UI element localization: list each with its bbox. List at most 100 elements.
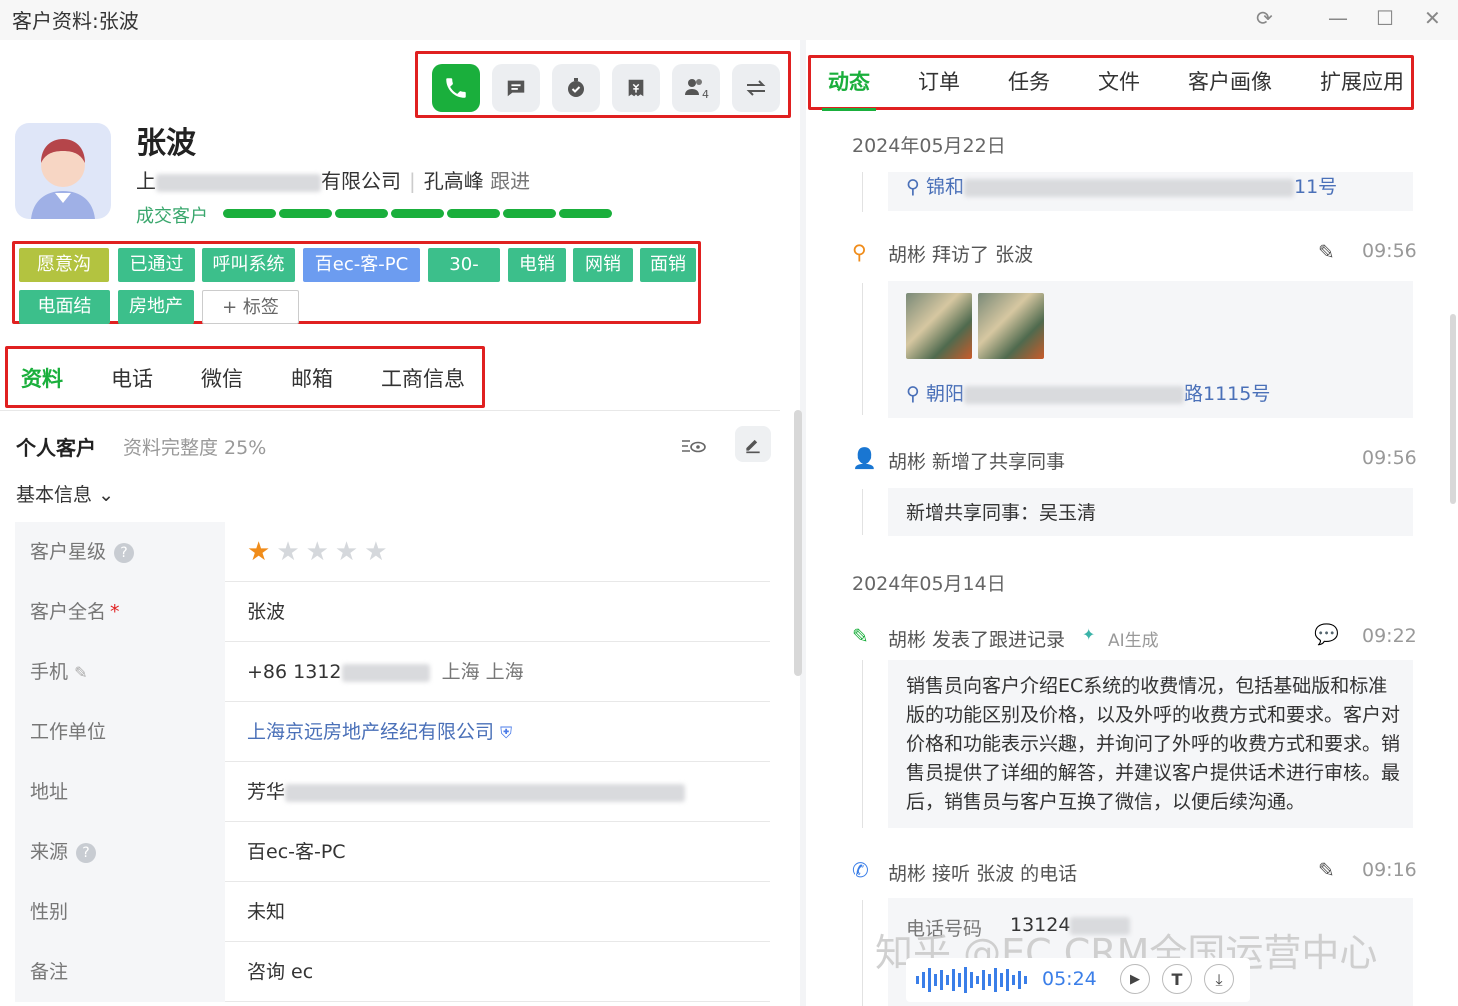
field-value[interactable]: 芳华 [247,762,686,822]
download-button[interactable]: ⤓ [1204,964,1234,994]
pencil-icon[interactable]: ✎ [1318,240,1335,264]
timeline-line [862,489,863,535]
maximize-icon[interactable]: ☐ [1376,6,1394,30]
tab-phone[interactable]: 电话 [111,363,153,393]
feed-item-title: 胡彬 接听 张波 的电话 [888,863,1078,885]
field-value[interactable]: 咨询 ec [247,942,313,1002]
section-title: 个人客户 [16,436,96,460]
table-row: 地址 芳华 [15,762,770,822]
play-button[interactable]: ▶ [1120,964,1150,994]
svg-text:4: 4 [702,88,709,100]
tag[interactable]: 房地产 [118,290,194,324]
field-value[interactable]: 百ec-客-PC [247,822,346,882]
tag[interactable]: 30-50 [428,248,500,309]
field-label: 备注 [15,942,225,1002]
tab-files[interactable]: 文件 [1098,66,1140,96]
tag[interactable]: 网销 [573,248,633,282]
tag[interactable]: 面销 [640,248,696,282]
location-text[interactable]: ⚲ 锦和 11号 [906,172,1337,199]
redacted-text [963,385,1184,404]
people-icon: 4 [685,79,709,100]
redacted-text [963,178,1294,197]
customer-name: 张波 [136,126,196,161]
feed-item-time: 09:22 [1362,625,1417,647]
visit-photo[interactable] [906,293,972,359]
colleagues-button[interactable]: 4 [672,64,720,112]
record-summary: 销售员向客户介绍EC系统的收费情况，包括基础版和标准版的功能区别及价格，以及外呼… [906,675,1401,813]
order-button[interactable] [612,64,660,112]
table-row: 客户全名 * 张波 [15,582,770,642]
divider [0,410,780,411]
redacted-text [156,173,321,192]
help-icon[interactable]: ? [114,542,135,563]
table-row: 客户星级? ★★★★★ [15,522,770,582]
tab-customer-portrait[interactable]: 客户画像 [1188,66,1272,96]
scrollbar[interactable] [1450,314,1456,504]
customer-stage: 成交客户 [136,206,208,227]
timeline-line [862,172,863,212]
follow-label: 跟进 [490,169,531,193]
minimize-icon[interactable]: — [1328,6,1348,30]
basic-info-toggle[interactable]: 基本信息 ⌄ [16,480,114,507]
table-row: 性别 未知 [15,882,770,942]
tag[interactable]: 电面结合 [19,290,110,351]
field-value[interactable]: +86 1312 上海 上海 [247,642,524,702]
tab-email[interactable]: 邮箱 [291,363,333,393]
tab-business-info[interactable]: 工商信息 [381,363,465,393]
visibility-settings-button[interactable] [675,428,711,464]
feed-item-time: 09:56 [1362,240,1417,262]
location-text[interactable]: ⚲ 朝阳 路1115号 [906,379,1270,406]
call-button[interactable] [432,64,480,112]
tag[interactable]: 呼叫系统 [202,248,295,282]
scrollbar[interactable] [794,410,802,676]
tag[interactable]: 已通过 [118,248,195,282]
comment-icon[interactable]: 💬 [1314,622,1339,646]
audio-duration: 05:24 [1042,968,1097,990]
stage-progress-bar [223,209,612,218]
star-icon-filled[interactable]: ★ [247,537,276,567]
company-name-end: 有限公司 [321,169,401,193]
audio-player: 05:24 ▶ T ⤓ [906,958,1250,1002]
field-label: 工作单位 [15,702,225,762]
field-value[interactable]: 未知 [247,882,285,942]
pencil-icon[interactable]: ✎ [1318,858,1335,882]
transfer-button[interactable] [732,64,780,112]
message-button[interactable] [492,64,540,112]
tab-extensions[interactable]: 扩展应用 [1320,66,1404,96]
close-icon[interactable]: ✕ [1424,6,1441,30]
table-row: 手机 ✎ +86 1312 上海 上海 [15,642,770,702]
tab-wechat[interactable]: 微信 [201,363,243,393]
transfer-icon [746,80,766,96]
tab-activity[interactable]: 动态 [828,66,870,96]
refresh-icon[interactable]: ⟳ [1256,6,1273,30]
transcribe-button[interactable]: T [1162,964,1192,994]
company-link[interactable]: 上海京远房地产经纪有限公司 ⛨ [247,702,512,762]
tab-profile[interactable]: 资料 [21,363,63,393]
stopwatch-icon [568,78,584,97]
tab-orders[interactable]: 订单 [918,66,960,96]
edit-profile-button[interactable] [735,426,771,462]
tag[interactable]: 百ec-客-PC [303,248,420,282]
tag[interactable]: 愿意沟通 [19,248,109,309]
waveform-icon[interactable] [916,966,1028,994]
pencil-icon: ✎ [852,624,869,648]
user-share-icon: 👤 [852,446,877,470]
tab-tasks[interactable]: 任务 [1008,66,1050,96]
field-value[interactable]: 张波 [247,582,285,642]
tag[interactable]: 电销 [508,248,566,282]
star-rating[interactable]: ★★★★★ [247,522,394,582]
field-label: 手机 ✎ [15,642,225,702]
pencil-icon[interactable]: ✎ [74,663,87,682]
receipt-icon [628,79,644,97]
visit-photo[interactable] [978,293,1044,359]
chevron-down-icon: ⌄ [98,484,114,506]
owner-name[interactable]: 孔高峰 [424,169,484,193]
timer-button[interactable] [552,64,600,112]
help-icon[interactable]: ? [76,842,97,863]
timeline-line [862,900,863,1006]
text-icon: T [1171,970,1183,989]
star-icon[interactable]: ★★★★ [276,537,393,567]
field-label: 来源? [15,822,225,882]
customer-company-line: 上 有限公司 | 孔高峰 跟进 [136,165,530,194]
add-tag-button[interactable]: + 标签 [202,290,299,324]
